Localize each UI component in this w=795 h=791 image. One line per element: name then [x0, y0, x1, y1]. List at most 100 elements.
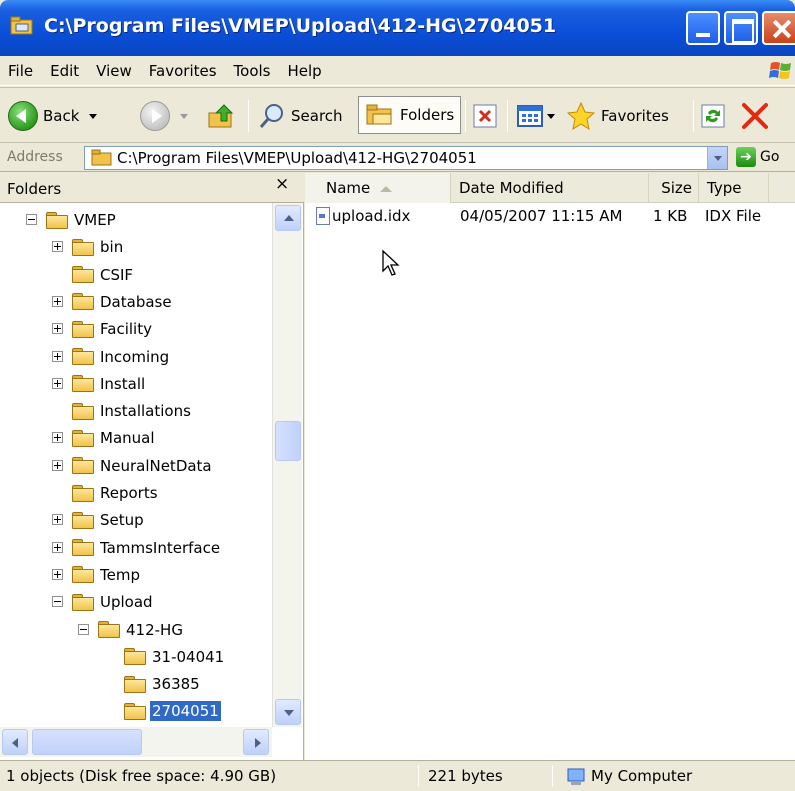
tree-node[interactable]: Setup	[52, 507, 146, 533]
tree-node[interactable]: VMEP	[26, 207, 118, 233]
stop-button[interactable]	[740, 96, 770, 136]
minimize-button[interactable]	[686, 11, 720, 45]
expand-plus-icon[interactable]	[52, 241, 63, 253]
collapse-minus-icon[interactable]	[52, 596, 63, 608]
tree-node[interactable]: Manual	[52, 425, 157, 451]
expand-plus-icon[interactable]	[52, 568, 63, 580]
search-button[interactable]: Search	[258, 96, 343, 136]
folder-options-icon	[473, 104, 497, 128]
folders-button[interactable]: Folders	[358, 96, 462, 134]
tree-node-label: CSIF	[100, 265, 134, 284]
column-date-modified[interactable]: Date Modified	[451, 173, 649, 203]
tree-node[interactable]: Temp	[52, 562, 142, 588]
views-button[interactable]	[516, 96, 555, 136]
tree-node-label: Installations	[100, 402, 191, 421]
title-bar[interactable]: C:\Program Files\VMEP\Upload\412-HG\2704…	[0, 0, 795, 56]
scroll-left-button[interactable]	[2, 729, 28, 755]
go-button[interactable]: ➔ Go	[736, 147, 779, 167]
folder-icon	[72, 484, 94, 502]
column-size[interactable]: Size	[649, 173, 699, 203]
expand-plus-icon[interactable]	[52, 459, 63, 471]
close-button[interactable]	[762, 11, 795, 45]
views-dropdown-icon[interactable]	[547, 113, 555, 119]
back-dropdown-icon[interactable]	[89, 113, 98, 119]
folder-icon	[72, 511, 94, 529]
tree-node[interactable]: 2704051	[124, 698, 221, 724]
menu-view[interactable]: View	[96, 62, 132, 80]
forward-dropdown-icon[interactable]	[180, 113, 188, 119]
collapse-minus-icon[interactable]	[78, 623, 89, 635]
sort-ascending-icon	[380, 185, 393, 192]
close-folders-pane-icon[interactable]: ×	[275, 174, 289, 194]
tree-node[interactable]: Installations	[72, 398, 193, 424]
tree-node[interactable]: Install	[52, 371, 147, 397]
folder-tree-vertical-scrollbar[interactable]	[272, 203, 302, 727]
address-input[interactable]: C:\Program Files\VMEP\Upload\412-HG\2704…	[84, 146, 728, 170]
expand-plus-icon[interactable]	[52, 377, 63, 389]
tree-node[interactable]: Incoming	[52, 344, 171, 370]
tree-node[interactable]: TammsInterface	[52, 535, 222, 561]
tree-node-label: bin	[100, 238, 124, 257]
tree-node[interactable]: NeuralNetData	[52, 453, 214, 479]
tree-node[interactable]: 36385	[124, 671, 202, 697]
forward-button[interactable]	[140, 96, 188, 136]
folder-icon	[72, 266, 94, 284]
column-type[interactable]: Type	[699, 173, 769, 203]
up-folder-button[interactable]	[207, 96, 237, 136]
tree-node-label: 36385	[152, 675, 200, 694]
horizontal-scroll-thumb[interactable]	[32, 729, 142, 755]
back-button[interactable]: Back	[8, 96, 98, 136]
tree-node[interactable]: 31-04041	[124, 644, 226, 670]
tree-node-label: 2704051	[150, 701, 221, 722]
column-name[interactable]: Name	[305, 173, 451, 203]
expand-plus-icon[interactable]	[52, 541, 63, 553]
collapse-minus-icon[interactable]	[26, 214, 37, 225]
stop-x-icon	[742, 103, 768, 129]
file-list-pane: Name Date Modified Size Type upload.idx …	[305, 173, 795, 760]
tree-node[interactable]: Facility	[52, 316, 154, 342]
menu-favorites[interactable]: Favorites	[149, 62, 217, 80]
file-type: IDX File	[705, 207, 762, 225]
tree-node[interactable]: CSIF	[72, 262, 135, 288]
tree-node[interactable]: Upload	[52, 589, 155, 615]
back-label: Back	[43, 107, 80, 125]
menu-help[interactable]: Help	[288, 62, 322, 80]
favorites-button[interactable]: Favorites	[566, 96, 669, 136]
menu-edit[interactable]: Edit	[50, 62, 79, 80]
tree-node[interactable]: 412-HG	[78, 617, 185, 643]
tree-node[interactable]: Reports	[72, 480, 160, 506]
views-icon	[517, 105, 543, 127]
idx-file-icon	[316, 207, 330, 225]
tree-node-label: Temp	[100, 565, 140, 584]
menu-file[interactable]: File	[8, 62, 33, 80]
folder-icon	[72, 293, 94, 311]
scroll-down-button[interactable]	[275, 699, 301, 725]
tree-node-label: 31-04041	[152, 647, 225, 666]
folder-icon	[72, 320, 94, 338]
scroll-right-button[interactable]	[243, 729, 269, 755]
folder-options-button[interactable]	[472, 96, 498, 136]
scroll-up-button[interactable]	[275, 205, 301, 231]
status-zone-label: My Computer	[591, 767, 693, 785]
refresh-button[interactable]	[700, 96, 726, 136]
menu-tools[interactable]: Tools	[234, 62, 271, 80]
tree-node-label: Install	[100, 374, 146, 393]
expand-plus-icon[interactable]	[52, 323, 63, 335]
folder-tree: VMEP bin CSIF Database Facility Incoming Insta…	[0, 203, 272, 727]
folder-icon	[72, 457, 94, 475]
tree-node[interactable]: Database	[52, 289, 174, 315]
vertical-scroll-thumb[interactable]	[275, 421, 301, 461]
tree-node-label: Facility	[100, 320, 152, 339]
file-row[interactable]: upload.idx 04/05/2007 11:15 AM 1 KB IDX …	[305, 205, 795, 229]
search-label: Search	[291, 107, 343, 125]
maximize-button[interactable]	[724, 11, 758, 45]
folder-tree-horizontal-scrollbar[interactable]	[0, 727, 272, 757]
expand-plus-icon[interactable]	[52, 432, 63, 444]
tree-node[interactable]: bin	[52, 234, 125, 260]
expand-plus-icon[interactable]	[52, 514, 63, 526]
folder-icon	[124, 702, 146, 720]
expand-plus-icon[interactable]	[52, 295, 63, 307]
expand-plus-icon[interactable]	[52, 350, 63, 362]
tree-node-label: Database	[100, 292, 172, 311]
address-dropdown-button[interactable]	[707, 147, 727, 169]
